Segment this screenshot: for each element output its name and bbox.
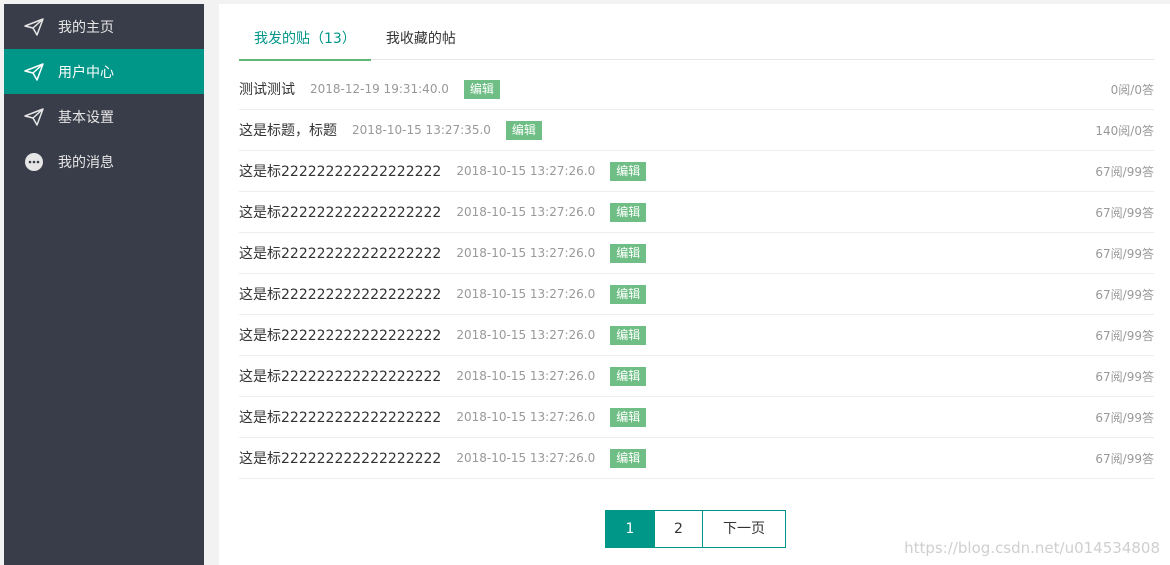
post-stats: 67阅/99答 (1095, 369, 1154, 384)
post-title-link[interactable]: 这是标222222222222222222 (239, 243, 441, 263)
sidebar: 我的主页 用户中心 基本设置 我的消息 (4, 4, 204, 565)
edit-button[interactable]: 编辑 (610, 161, 647, 181)
post-title-link[interactable]: 这是标222222222222222222 (239, 366, 441, 386)
post-time: 2018-10-15 13:27:26.0 (456, 164, 596, 178)
post-stats: 67阅/99答 (1095, 287, 1154, 302)
post-title-link[interactable]: 测试测试 (239, 79, 295, 99)
tab-my-posts[interactable]: 我发的贴（13） (239, 19, 371, 61)
post-stats: 67阅/99答 (1095, 451, 1154, 466)
post-row: 这是标222222222222222222 2018-10-15 13:27:26… (239, 151, 1154, 192)
post-row: 这是标题，标题 2018-10-15 13:27:35.0 编辑 140阅/0答 (239, 110, 1154, 151)
post-row: 这是标222222222222222222 2018-10-15 13:27:26… (239, 233, 1154, 274)
post-title-link[interactable]: 这是标222222222222222222 (239, 448, 441, 468)
page-1-button[interactable]: 1 (605, 510, 655, 548)
pagination: 1 2 下一页 (605, 510, 786, 548)
edit-button[interactable]: 编辑 (505, 120, 542, 140)
edit-button[interactable]: 编辑 (610, 325, 647, 345)
next-page-button[interactable]: 下一页 (702, 510, 786, 548)
post-time: 2018-10-15 13:27:35.0 (352, 123, 491, 137)
sidebar-item-home[interactable]: 我的主页 (4, 4, 204, 49)
post-row: 这是标222222222222222222 2018-10-15 13:27:26… (239, 274, 1154, 315)
post-row: 这是标222222222222222222 2018-10-15 13:27:26… (239, 192, 1154, 233)
post-time: 2018-10-15 13:27:26.0 (456, 328, 596, 342)
post-stats: 67阅/99答 (1095, 410, 1154, 425)
edit-button[interactable]: 编辑 (610, 366, 647, 386)
tab-favorites[interactable]: 我收藏的帖 (371, 19, 471, 60)
edit-button[interactable]: 编辑 (610, 243, 647, 263)
post-title-link[interactable]: 这是标222222222222222222 (239, 325, 441, 345)
page-2-button[interactable]: 2 (654, 510, 703, 548)
post-stats: 67阅/99答 (1095, 164, 1154, 179)
post-title-link[interactable]: 这是标222222222222222222 (239, 284, 441, 304)
sidebar-item-label: 基本设置 (58, 109, 114, 126)
post-row: 这是标222222222222222222 2018-10-15 13:27:26… (239, 438, 1154, 479)
post-row: 这是标222222222222222222 2018-10-15 13:27:26… (239, 397, 1154, 438)
sidebar-item-messages[interactable]: 我的消息 (4, 139, 204, 184)
post-stats: 67阅/99答 (1095, 328, 1154, 343)
sidebar-item-label: 我的消息 (58, 154, 114, 171)
paper-plane-icon (24, 62, 44, 82)
post-title-link[interactable]: 这是标题，标题 (239, 120, 337, 140)
post-time: 2018-10-15 13:27:26.0 (456, 205, 596, 219)
post-row: 这是标222222222222222222 2018-10-15 13:27:26… (239, 356, 1154, 397)
watermark: https://blog.csdn.net/u014534808 (904, 539, 1160, 557)
sidebar-item-user-center[interactable]: 用户中心 (4, 49, 204, 94)
post-time: 2018-10-15 13:27:26.0 (456, 287, 596, 301)
paper-plane-icon (24, 107, 44, 127)
edit-button[interactable]: 编辑 (610, 448, 647, 468)
post-time: 2018-10-15 13:27:26.0 (456, 451, 596, 465)
post-time: 2018-10-15 13:27:26.0 (456, 369, 596, 383)
post-row: 测试测试 2018-12-19 19:31:40.0 编辑 0阅/0答 (239, 69, 1154, 110)
post-time: 2018-10-15 13:27:26.0 (456, 410, 596, 424)
paper-plane-icon (24, 17, 44, 37)
post-title-link[interactable]: 这是标222222222222222222 (239, 407, 441, 427)
post-stats: 140阅/0答 (1095, 123, 1154, 138)
post-time: 2018-12-19 19:31:40.0 (310, 82, 449, 96)
sidebar-item-label: 用户中心 (58, 64, 114, 81)
post-stats: 67阅/99答 (1095, 246, 1154, 261)
sidebar-item-label: 我的主页 (58, 19, 114, 36)
post-stats: 0阅/0答 (1110, 82, 1154, 97)
post-title-link[interactable]: 这是标222222222222222222 (239, 202, 441, 222)
chat-bubble-icon (24, 152, 44, 172)
post-row: 这是标222222222222222222 2018-10-15 13:27:26… (239, 315, 1154, 356)
edit-button[interactable]: 编辑 (463, 79, 500, 99)
post-title-link[interactable]: 这是标222222222222222222 (239, 161, 441, 181)
post-list: 测试测试 2018-12-19 19:31:40.0 编辑 0阅/0答这是标题，标题 2… (239, 69, 1154, 479)
edit-button[interactable]: 编辑 (610, 407, 647, 427)
edit-button[interactable]: 编辑 (610, 202, 647, 222)
post-time: 2018-10-15 13:27:26.0 (456, 246, 596, 260)
sidebar-item-settings[interactable]: 基本设置 (4, 94, 204, 139)
tab-bar: 我发的贴（13） 我收藏的帖 (239, 19, 1154, 61)
edit-button[interactable]: 编辑 (610, 284, 647, 304)
main-panel: 我发的贴（13） 我收藏的帖 测试测试 2018-12-19 19:31:40.0… (219, 4, 1170, 565)
post-stats: 67阅/99答 (1095, 205, 1154, 220)
